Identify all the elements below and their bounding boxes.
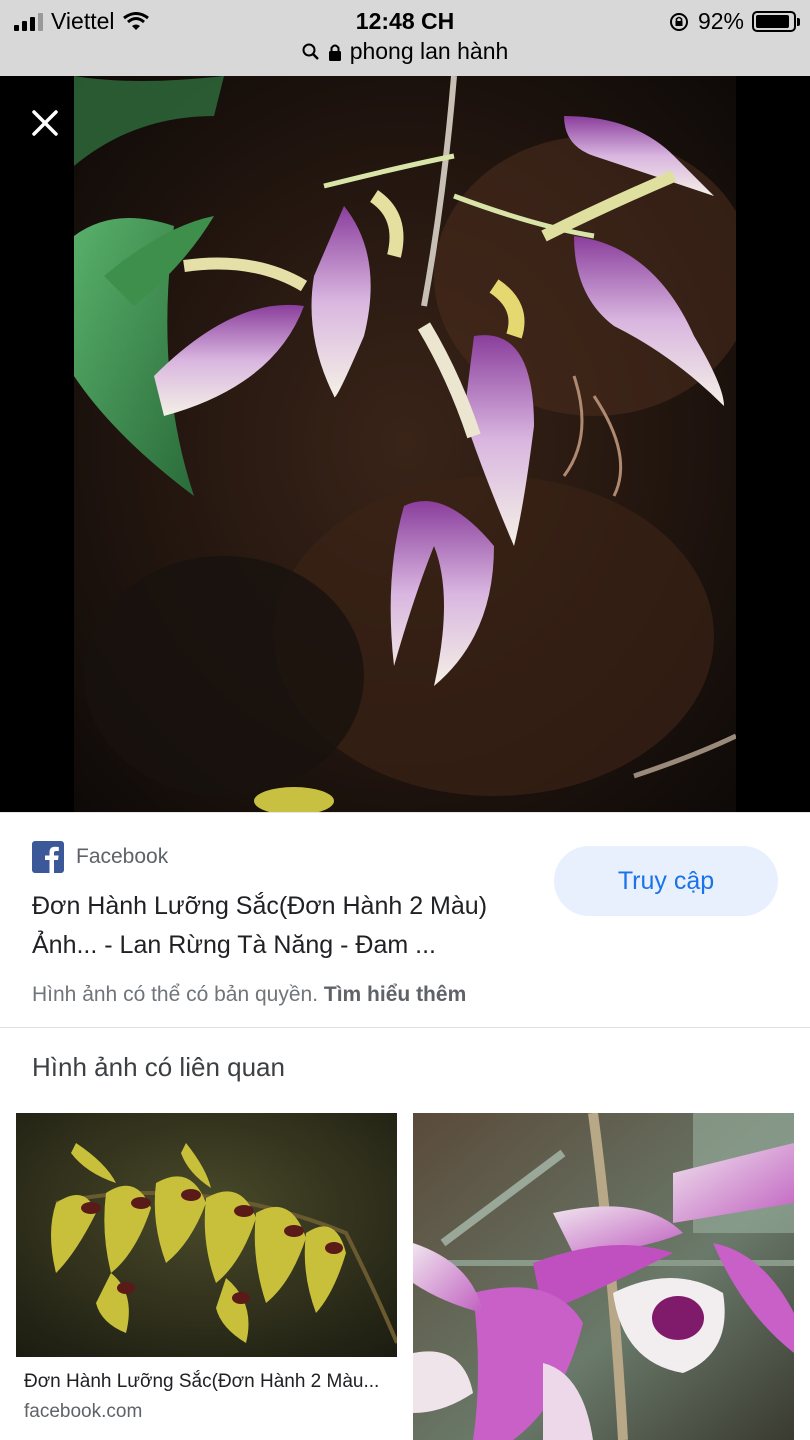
battery-percent: 92% — [697, 8, 744, 34]
related-card-title: Đơn Hành Lưỡng Sắc(Đơn Hành 2 Màu... — [24, 1371, 380, 1392]
result-info: Facebook Đơn Hành Lưỡng Sắc(Đơn Hành 2 M… — [0, 812, 810, 1028]
related-thumbnail-yellow-orchid — [16, 1113, 397, 1357]
result-title[interactable]: Đơn Hành Lưỡng Sắc(Đơn Hành 2 Màu) Ảnh..… — [32, 887, 542, 965]
image-viewer — [0, 76, 810, 812]
status-right: 92% — [668, 8, 800, 35]
battery-icon — [752, 11, 800, 32]
status-bar: Viettel 12:48 CH 92% phong lan hành — [0, 0, 810, 76]
related-images-heading: Hình ảnh có liên quan — [32, 1052, 285, 1082]
main-orchid-photo[interactable] — [74, 76, 736, 812]
address-bar[interactable]: phong lan hành — [0, 38, 810, 65]
close-icon[interactable] — [28, 106, 62, 140]
related-image-card[interactable]: Đơn Hành Lưỡng Sắc(Đơn Hành 2 Màu... fac… — [16, 1113, 397, 1440]
result-title-line-2: Ảnh... - Lan Rừng Tà Năng - Đam ... — [32, 931, 436, 959]
source[interactable]: Facebook — [32, 841, 168, 873]
related-card-domain: facebook.com — [24, 1401, 143, 1422]
lock-icon — [328, 44, 341, 61]
learn-more-link[interactable]: Tìm hiểu thêm — [324, 983, 466, 1006]
url-text: phong lan hành — [349, 38, 509, 64]
visit-button[interactable]: Truy cập — [554, 846, 778, 916]
related-thumbnail-pink-orchid — [413, 1113, 794, 1440]
search-icon — [302, 43, 319, 60]
related-image-card[interactable] — [413, 1113, 794, 1440]
source-name: Facebook — [76, 845, 169, 868]
copyright-text: Hình ảnh có thể có bản quyền. — [32, 983, 319, 1006]
facebook-icon — [32, 841, 64, 873]
rotation-lock-icon — [669, 12, 688, 31]
copyright-notice: Hình ảnh có thể có bản quyền. Tìm hiểu t… — [32, 983, 466, 1007]
result-title-line-1: Đơn Hành Lưỡng Sắc(Đơn Hành 2 Màu) — [32, 892, 488, 920]
